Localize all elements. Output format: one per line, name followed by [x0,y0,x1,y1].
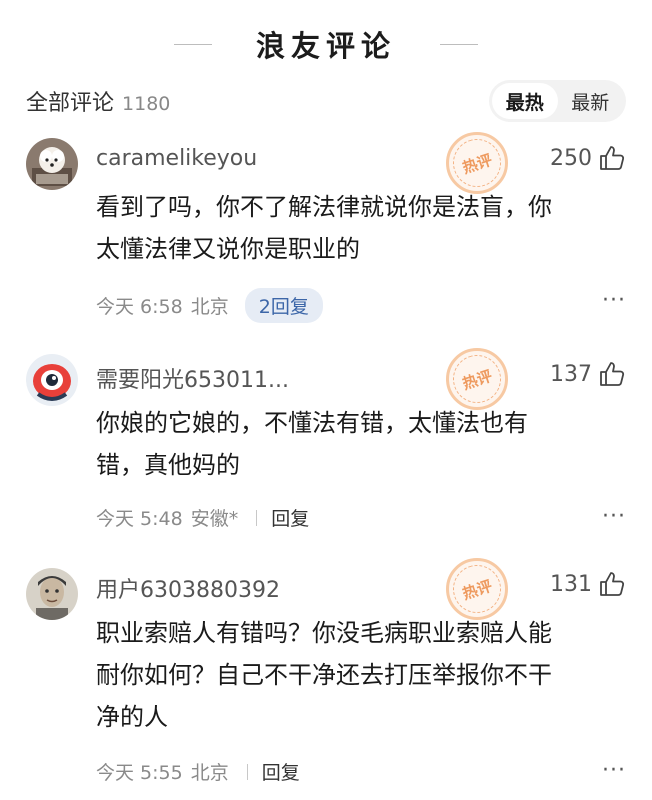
comment-meta: 今天 6:58 北京 2回复 [96,288,323,323]
thumbs-up-icon [600,572,625,596]
avatar[interactable] [26,568,78,620]
comment-time: 今天 5:55 [96,762,183,784]
hot-comment-stamp-label: 热评 [446,132,508,194]
comment-text-line: 职业索赔人有错吗？你没毛病职业索赔人能 [96,619,552,647]
comment-count: 全部评论 1180 [26,85,170,117]
comment-text-line: 太懂法律又说你是职业的 [96,235,360,263]
sort-hot-button[interactable]: 最热 [492,83,558,119]
comment-time: 今天 6:58 [96,296,183,318]
more-options-icon[interactable]: ··· [602,504,626,529]
comment-text: 你娘的它娘的，不懂法有错，太懂法也有 错，真他妈的 [96,402,628,486]
thumbs-up-icon [600,146,625,170]
comment-text-line: 你娘的它娘的，不懂法有错，太懂法也有 [96,409,528,437]
comment-text-line: 看到了吗，你不了解法律就说你是法盲，你 [96,193,552,221]
comment-text: 看到了吗，你不了解法律就说你是法盲，你 太懂法律又说你是职业的 [96,186,628,270]
header-left-line [173,43,212,45]
comment-text-line: 耐你如何？自己不干净还去打压举报你不干 [96,661,552,689]
thumbs-up-icon [600,362,625,386]
sort-toggle: 最热 最新 [489,80,626,122]
comments-header: 浪友评论 [0,22,652,66]
comment-meta: 今天 5:55 北京 回复 [96,758,300,785]
comment-meta: 今天 5:48 安徽* 回复 [96,504,309,531]
dog-avatar-icon [26,138,78,190]
comment-location: 北京 [190,296,229,318]
comment-location: 北京 [190,762,229,784]
portrait-avatar-icon [26,568,78,620]
reply-button[interactable]: 回复 [262,758,300,785]
hot-comment-stamp: 热评 [446,558,508,620]
meta-divider [246,763,248,780]
username[interactable]: caramelikeyou [96,146,257,171]
hot-comment-stamp-label: 热评 [446,348,508,410]
all-comments-label: 全部评论 [26,91,115,116]
username[interactable]: 用户6303880392 [96,572,280,604]
comment-time: 今天 5:48 [96,508,183,530]
like-count: 250 [550,145,592,171]
hot-comment-stamp: 热评 [446,348,508,410]
comment-location: 安徽* [190,508,239,530]
hot-comment-stamp-label: 热评 [446,558,508,620]
reply-button[interactable]: 回复 [271,504,309,531]
like-button[interactable]: 250 [550,144,626,172]
header-right-line [440,43,478,45]
like-button[interactable]: 131 [550,570,626,598]
sort-new-button[interactable]: 最新 [558,83,624,119]
page-title: 浪友评论 [255,29,396,63]
weibo-eye-avatar-icon [26,354,78,406]
username[interactable]: 需要阳光653011... [96,362,289,394]
comment-filter-bar: 全部评论 1180 最热 最新 [26,80,626,122]
avatar[interactable] [26,138,78,190]
comment-total: 1180 [122,93,171,115]
avatar[interactable] [26,354,78,406]
comment-text-line: 净的人 [96,703,168,731]
comment-text-line: 错，真他妈的 [96,451,240,479]
like-count: 131 [550,571,592,597]
like-count: 137 [550,361,592,387]
replies-button[interactable]: 2回复 [244,288,323,323]
like-button[interactable]: 137 [550,360,626,388]
more-options-icon[interactable]: ··· [602,758,626,783]
meta-divider [256,509,258,526]
comment-text: 职业索赔人有错吗？你没毛病职业索赔人能 耐你如何？自己不干净还去打压举报你不干 … [96,612,628,738]
more-options-icon[interactable]: ··· [602,288,626,313]
hot-comment-stamp: 热评 [446,132,508,194]
